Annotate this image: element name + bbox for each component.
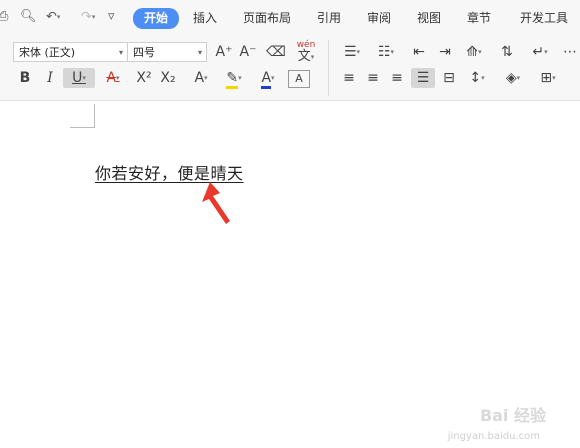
sort-icon[interactable]: ⇅ [496, 42, 518, 62]
bold-button[interactable]: B [15, 68, 35, 88]
decrease-indent-icon[interactable]: ⇤ [408, 42, 430, 62]
tab-view[interactable]: 视图 [417, 9, 441, 27]
borders-button[interactable]: ⊞▾ [533, 68, 563, 88]
red-arrow-shape [202, 182, 230, 224]
chevron-down-icon: ▾ [118, 48, 123, 57]
underline-button[interactable]: U▾ [63, 68, 95, 88]
ribbon-divider [328, 40, 329, 96]
tab-page-layout[interactable]: 页面布局 [243, 9, 291, 27]
text-effect-glyph: A [194, 70, 205, 86]
bullet-list-button[interactable]: ☰▾ [338, 42, 366, 62]
red-arrow-annotation [202, 182, 230, 224]
shading-button[interactable]: ◈▾ [498, 68, 528, 88]
chinese-layout-button[interactable]: ⟰▾ [460, 42, 488, 62]
align-right-icon[interactable]: ≡ [386, 68, 408, 88]
phonetic-guide-button[interactable]: wén 文▾ [292, 40, 320, 64]
highlighter-icon: ✎ [226, 70, 239, 89]
tab-review[interactable]: 审阅 [367, 9, 391, 27]
watermark-logo: Bai 经验 [479, 406, 546, 425]
undo-icon[interactable]: ↶▾ [46, 8, 60, 27]
align-center-icon[interactable]: ≡ [362, 68, 384, 88]
justify-icon[interactable]: ☰ [411, 68, 435, 88]
text-effect-button[interactable]: A▾ [186, 68, 216, 88]
more-icon[interactable]: ⋯ [560, 42, 580, 62]
char-border-button[interactable]: A [288, 70, 310, 88]
underline-glyph: U [72, 70, 83, 86]
tab-references[interactable]: 引用 [317, 9, 341, 27]
save-icon[interactable]: ⎙ [0, 8, 8, 26]
tab-home[interactable]: 开始 [133, 8, 180, 29]
ribbon-home: 宋体 (正文) ▾ 四号 ▾ A⁺ A⁻ ⌫ wén 文▾ B I U▾ A▾ X… [0, 38, 580, 101]
tab-insert[interactable]: 插入 [193, 9, 217, 27]
italic-button[interactable]: I [40, 68, 60, 88]
font-size-dropdown[interactable]: 四号 ▾ [127, 42, 207, 62]
font-size-value: 四号 [133, 46, 155, 59]
redo-icon[interactable]: ↷▾ [81, 8, 95, 27]
tab-section[interactable]: 章节 [467, 9, 491, 27]
superscript-button[interactable]: X² [133, 68, 155, 88]
subscript-button[interactable]: X₂ [157, 68, 179, 88]
font-color-glyph: A [261, 70, 272, 89]
align-left-icon[interactable]: ≡ [338, 68, 360, 88]
shrink-font-button[interactable]: A⁻ [238, 42, 258, 62]
print-preview-icon[interactable]: 🔍︎ [20, 8, 37, 26]
tab-developer[interactable]: 开发工具 [520, 9, 568, 27]
page-margin-marker [70, 104, 95, 128]
title-tab-bar: ⎙ 🔍︎ ↶▾ ↷▾ ▿ 开始 插入 页面布局 引用 审阅 视图 章节 开发工具 [0, 0, 580, 38]
clear-format-icon[interactable]: ⌫ [266, 42, 286, 62]
font-family-dropdown[interactable]: 宋体 (正文) ▾ [13, 42, 128, 62]
highlight-button[interactable]: ✎▾ [219, 68, 249, 89]
distributed-icon[interactable]: ⊟ [438, 68, 460, 88]
font-color-button[interactable]: A▾ [253, 68, 283, 89]
strikethrough-button[interactable]: A▾ [98, 68, 128, 88]
line-spacing-button[interactable]: ↕▾ [463, 68, 491, 88]
chevron-down-icon: ▾ [197, 48, 202, 57]
font-family-value: 宋体 (正文) [19, 46, 76, 59]
increase-indent-icon[interactable]: ⇥ [434, 42, 456, 62]
numbered-list-button[interactable]: ☷▾ [372, 42, 400, 62]
customize-icon[interactable]: ▿ [108, 8, 115, 26]
show-marks-button[interactable]: ↵▾ [526, 42, 554, 62]
strikethrough-glyph: A [106, 70, 117, 86]
watermark-url: jingyan.baidu.com [447, 431, 540, 442]
grow-font-button[interactable]: A⁺ [214, 42, 234, 62]
